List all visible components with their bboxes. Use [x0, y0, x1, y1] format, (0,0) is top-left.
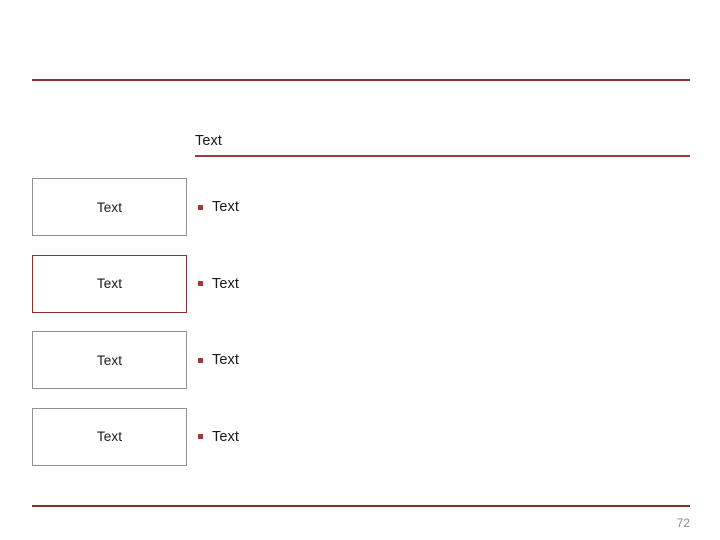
label-box-3[interactable]: Text — [32, 331, 187, 389]
label-box-1[interactable]: Text — [32, 178, 187, 236]
page-title: Text — [195, 133, 222, 149]
bullet-item-1[interactable]: Text — [198, 178, 239, 236]
label-box-2[interactable]: Text — [32, 254, 187, 313]
square-bullet-icon — [198, 281, 203, 286]
bullet-item-label: Text — [212, 352, 239, 368]
slide-heading-block: Text — [195, 131, 690, 157]
top-divider-rule — [32, 79, 690, 81]
label-box-4[interactable]: Text — [32, 407, 187, 466]
page-number: 72 — [676, 516, 690, 530]
square-bullet-icon — [198, 204, 203, 210]
slide-canvas: Text Text Text Text Text Text Text Text … — [0, 0, 720, 540]
bullet-item-4[interactable]: Text — [198, 408, 239, 466]
content-row: Text Text — [0, 407, 720, 466]
bullet-item-label: Text — [212, 275, 239, 292]
bullet-item-label: Text — [212, 199, 239, 215]
square-bullet-icon — [198, 357, 203, 363]
content-rows: Text Text Text Text Text Text Text Text — [0, 178, 720, 484]
bullet-item-label: Text — [212, 428, 239, 445]
heading-underline-rule — [195, 155, 690, 157]
label-box-text: Text — [96, 429, 123, 444]
content-row: Text Text — [0, 178, 720, 236]
bullet-item-2[interactable]: Text — [198, 255, 239, 313]
bottom-divider-rule — [32, 505, 690, 507]
content-row: Text Text — [0, 254, 720, 313]
square-bullet-icon — [198, 434, 203, 439]
label-box-text: Text — [96, 199, 123, 215]
content-row: Text Text — [0, 331, 720, 389]
label-box-text: Text — [96, 276, 123, 291]
bullet-item-3[interactable]: Text — [198, 331, 239, 389]
label-box-text: Text — [96, 352, 123, 368]
